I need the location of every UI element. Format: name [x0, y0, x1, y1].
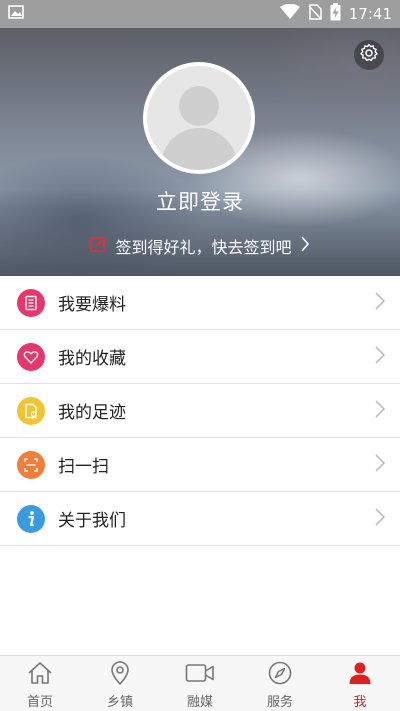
chevron-right-icon — [374, 291, 386, 314]
person-icon — [348, 661, 372, 689]
tab-label: 融媒 — [186, 695, 213, 710]
compass-icon — [268, 661, 292, 689]
tab-label: 我 — [353, 695, 367, 710]
home-icon — [27, 661, 53, 689]
chevron-right-icon — [374, 453, 386, 476]
status-bar: 17:41 — [0, 0, 400, 28]
edit-icon — [90, 236, 107, 257]
menu-item-label: 扫一扫 — [58, 457, 109, 477]
footprint-document-icon — [17, 396, 45, 425]
tab-services[interactable]: 服务 — [240, 656, 320, 711]
menu-item-label: 我的收藏 — [58, 349, 126, 369]
tab-label: 服务 — [266, 695, 293, 710]
menu-item-favorites[interactable]: 我的收藏 — [0, 330, 400, 384]
image-notification-icon — [8, 5, 24, 23]
video-camera-icon — [185, 661, 215, 689]
bottom-tab-bar: 首页 乡镇 融媒 服务 我 — [0, 655, 400, 711]
tab-label: 首页 — [26, 695, 53, 710]
chevron-right-icon — [300, 236, 310, 256]
tab-media[interactable]: 融媒 — [160, 656, 240, 711]
report-document-icon — [17, 288, 45, 317]
scan-icon — [17, 450, 45, 479]
battery-charging-icon — [330, 3, 341, 25]
signin-text: 签到得好礼，快去签到吧 — [115, 238, 292, 257]
tab-label: 乡镇 — [106, 695, 133, 710]
gear-icon — [359, 43, 379, 67]
settings-button[interactable] — [354, 40, 384, 70]
menu-list: 我要爆料 我的收藏 我的足迹 扫一扫 关于我们 — [0, 276, 400, 546]
menu-item-history[interactable]: 我的足迹 — [0, 384, 400, 438]
signin-prompt[interactable]: 签到得好礼，快去签到吧 — [0, 234, 400, 258]
wifi-icon — [279, 3, 300, 24]
location-pin-icon — [109, 661, 131, 689]
info-icon — [17, 504, 45, 533]
avatar[interactable] — [143, 62, 255, 174]
chevron-right-icon — [374, 507, 386, 530]
menu-item-label: 我要爆料 — [58, 295, 126, 315]
chevron-right-icon — [374, 345, 386, 368]
menu-item-about[interactable]: 关于我们 — [0, 492, 400, 546]
menu-item-scan[interactable]: 扫一扫 — [0, 438, 400, 492]
menu-item-label: 我的足迹 — [58, 403, 126, 423]
default-avatar-icon — [147, 66, 251, 170]
clock: 17:41 — [348, 5, 392, 23]
menu-item-report[interactable]: 我要爆料 — [0, 276, 400, 330]
login-link[interactable]: 立即登录 — [0, 186, 400, 216]
tab-me[interactable]: 我 — [320, 656, 400, 711]
chevron-right-icon — [374, 399, 386, 422]
menu-item-label: 关于我们 — [58, 511, 126, 531]
profile-header: 立即登录 签到得好礼，快去签到吧 — [0, 28, 400, 276]
tab-towns[interactable]: 乡镇 — [80, 656, 160, 711]
heart-icon — [17, 342, 45, 371]
tab-home[interactable]: 首页 — [0, 656, 80, 711]
no-sim-icon — [308, 4, 322, 24]
